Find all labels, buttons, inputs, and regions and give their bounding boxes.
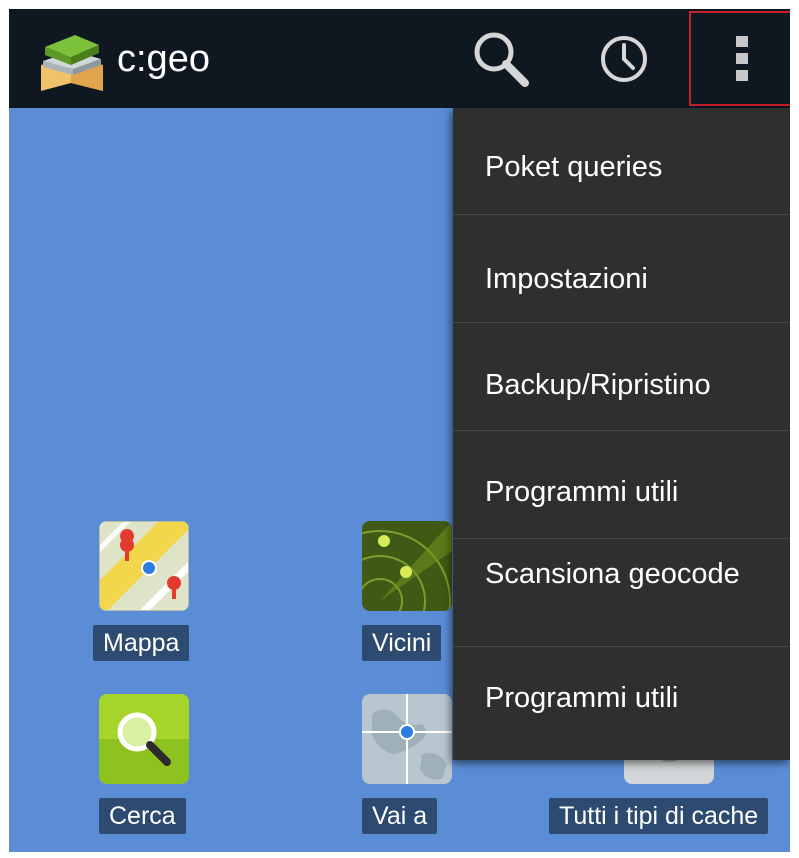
menu-item-label: Scansiona geocode — [485, 558, 740, 590]
menu-item-label: Impostazioni — [485, 263, 648, 295]
search-icon — [99, 694, 189, 784]
menu-item-backup-restore[interactable]: Backup/Ripristino — [453, 323, 790, 431]
menu-item-useful-programs[interactable]: Programmi utili — [453, 431, 790, 539]
menu-item-label: Backup/Ripristino — [485, 369, 711, 401]
search-icon — [474, 32, 529, 87]
menu-item-label: Poket queries — [485, 151, 663, 183]
menu-item-useful-programs-2[interactable]: Programmi utili — [453, 647, 790, 760]
cache-types-label: Tutti i tipi di cache — [549, 798, 769, 834]
history-button[interactable] — [584, 23, 664, 95]
overflow-menu-button[interactable] — [689, 11, 790, 106]
menu-item-pocket-queries[interactable]: Poket queries — [453, 108, 790, 215]
menu-item-label: Programmi utili — [485, 682, 679, 714]
action-bar: c:geo — [9, 9, 790, 108]
search-label: Cerca — [99, 798, 186, 834]
nearby-label: Vicini — [362, 625, 442, 661]
cgeo-logo-icon[interactable] — [37, 27, 107, 93]
radar-icon — [362, 521, 452, 611]
map-label: Mappa — [93, 625, 190, 661]
menu-item-settings[interactable]: Impostazioni — [453, 215, 790, 323]
map-icon — [99, 521, 189, 611]
app-title: c:geo — [117, 38, 210, 80]
menu-item-scan-geocode[interactable]: Scansiona geocode — [453, 539, 790, 647]
app-window: c:geo Mappa Vicini Cerca Vai a Tutti i t… — [9, 9, 790, 852]
overflow-menu: Poket queries Impostazioni Backup/Ripris… — [453, 108, 790, 760]
menu-item-label: Programmi utili — [485, 476, 679, 508]
overflow-menu-icon — [735, 35, 748, 81]
goto-label: Vai a — [362, 798, 438, 834]
clock-icon — [601, 36, 647, 82]
globe-navigate-icon — [362, 694, 452, 784]
search-button[interactable] — [461, 23, 541, 95]
